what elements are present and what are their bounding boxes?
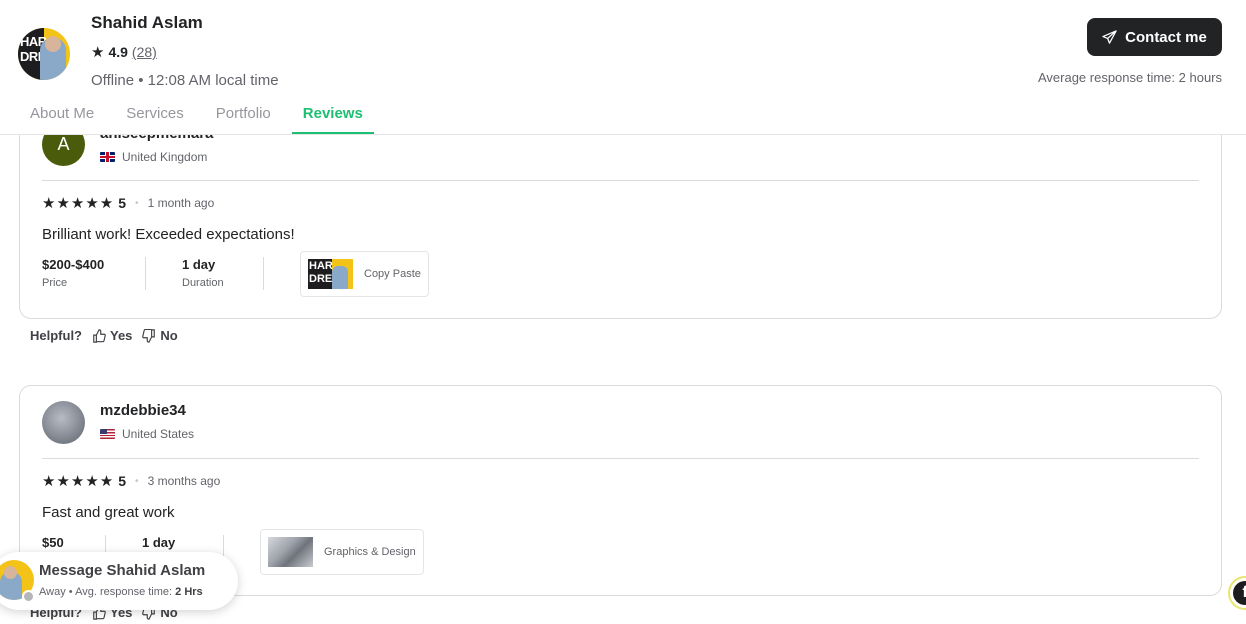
country-label: United States (122, 427, 195, 441)
reviewer-name[interactable]: mzdebbie34 (100, 402, 186, 419)
tab-reviews[interactable]: Reviews (291, 97, 374, 134)
away-status: Away (39, 586, 66, 598)
review-rating: ★★★★★ 5 • 1 month ago (42, 194, 214, 212)
star-icon: ★ (91, 44, 105, 61)
star-rating-icon: ★★★★★ (42, 473, 115, 490)
gig-title: Copy Paste (364, 268, 421, 280)
f-logo-icon: f (1233, 581, 1246, 605)
us-flag-icon (100, 429, 115, 439)
price-value: $200-$400 (42, 257, 105, 272)
separator-dot: • (135, 197, 139, 209)
rating-count-link[interactable]: (28) (132, 44, 157, 60)
profile-header: HAR DRE Shahid Aslam ★ 4.9 (28) Offline •… (0, 0, 1246, 135)
message-title: Message Shahid Aslam (39, 562, 206, 579)
seller-rating: ★ 4.9 (28) (91, 43, 157, 61)
thumbs-up-icon (93, 328, 106, 343)
review-time: 1 month ago (147, 196, 215, 210)
price-value: $50 (42, 535, 64, 550)
uk-flag-icon (100, 152, 115, 162)
duration-value: 1 day (182, 257, 216, 272)
divider (42, 458, 1199, 459)
rating-score: 4.9 (108, 44, 128, 60)
seller-avatar[interactable]: HAR DRE (18, 28, 70, 80)
gig-thumbnail: HAR DRE (308, 259, 353, 289)
gig-link[interactable]: Graphics & Design (260, 529, 424, 575)
review-time: 3 months ago (147, 474, 221, 488)
helpful-label: Helpful? (30, 328, 82, 343)
helpful-no-button[interactable]: No (142, 328, 178, 343)
contact-me-button[interactable]: Contact me (1087, 18, 1222, 56)
duration-label: Duration (182, 277, 224, 289)
duration-info: 1 day Duration (182, 257, 264, 290)
message-seller-widget[interactable]: Message Shahid Aslam Away • Avg. respons… (0, 552, 238, 610)
profile-tabs: About Me Services Portfolio Reviews (30, 97, 406, 135)
gig-title: Graphics & Design (324, 546, 416, 558)
reviewer-avatar[interactable] (42, 401, 85, 444)
gig-thumbnail (268, 537, 313, 567)
rating-score: 5 (118, 473, 127, 489)
response-label: Avg. response time: (75, 586, 173, 598)
duration-value: 1 day (142, 535, 176, 550)
status-dot-icon (22, 590, 35, 603)
contact-label: Contact me (1125, 28, 1207, 46)
rating-score: 5 (118, 195, 127, 211)
thumbs-down-icon (142, 328, 156, 343)
reviewer-country: United Kingdom (100, 150, 207, 164)
review-meta: $200-$400 Price 1 day Duration HAR DRE Co… (42, 251, 429, 297)
price-info: $200-$400 Price (42, 257, 146, 290)
review-rating: ★★★★★ 5 • 3 months ago (42, 472, 220, 490)
helpful-row: Helpful? Yes No (30, 328, 188, 343)
seller-status: Offline • 12:08 AM local time (91, 72, 279, 89)
review-text: Brilliant work! Exceeded expectations! (42, 226, 295, 243)
tab-about-me[interactable]: About Me (30, 97, 94, 134)
star-rating-icon: ★★★★★ (42, 195, 115, 212)
divider (42, 180, 1199, 181)
average-response-time: Average response time: 2 hours (1037, 70, 1222, 85)
reviewer-country: United States (100, 427, 194, 441)
message-subtitle: Away • Avg. response time: 2 Hrs (39, 586, 203, 598)
helpful-yes-button[interactable]: Yes (92, 328, 132, 343)
gig-thumb-text: HAR DRE (309, 260, 333, 285)
yes-label: Yes (110, 328, 133, 343)
send-icon (1102, 29, 1117, 44)
price-label: Price (42, 277, 68, 289)
tab-portfolio[interactable]: Portfolio (216, 97, 271, 134)
gig-link[interactable]: HAR DRE Copy Paste (300, 251, 429, 297)
response-value: 2 Hrs (175, 586, 203, 598)
floating-action-button[interactable]: f (1228, 576, 1246, 610)
review-text: Fast and great work (42, 504, 175, 521)
country-label: United Kingdom (122, 150, 208, 164)
seller-name: Shahid Aslam (91, 13, 203, 32)
tab-services[interactable]: Services (126, 97, 184, 134)
no-label: No (160, 328, 178, 343)
separator-dot: • (135, 475, 139, 487)
